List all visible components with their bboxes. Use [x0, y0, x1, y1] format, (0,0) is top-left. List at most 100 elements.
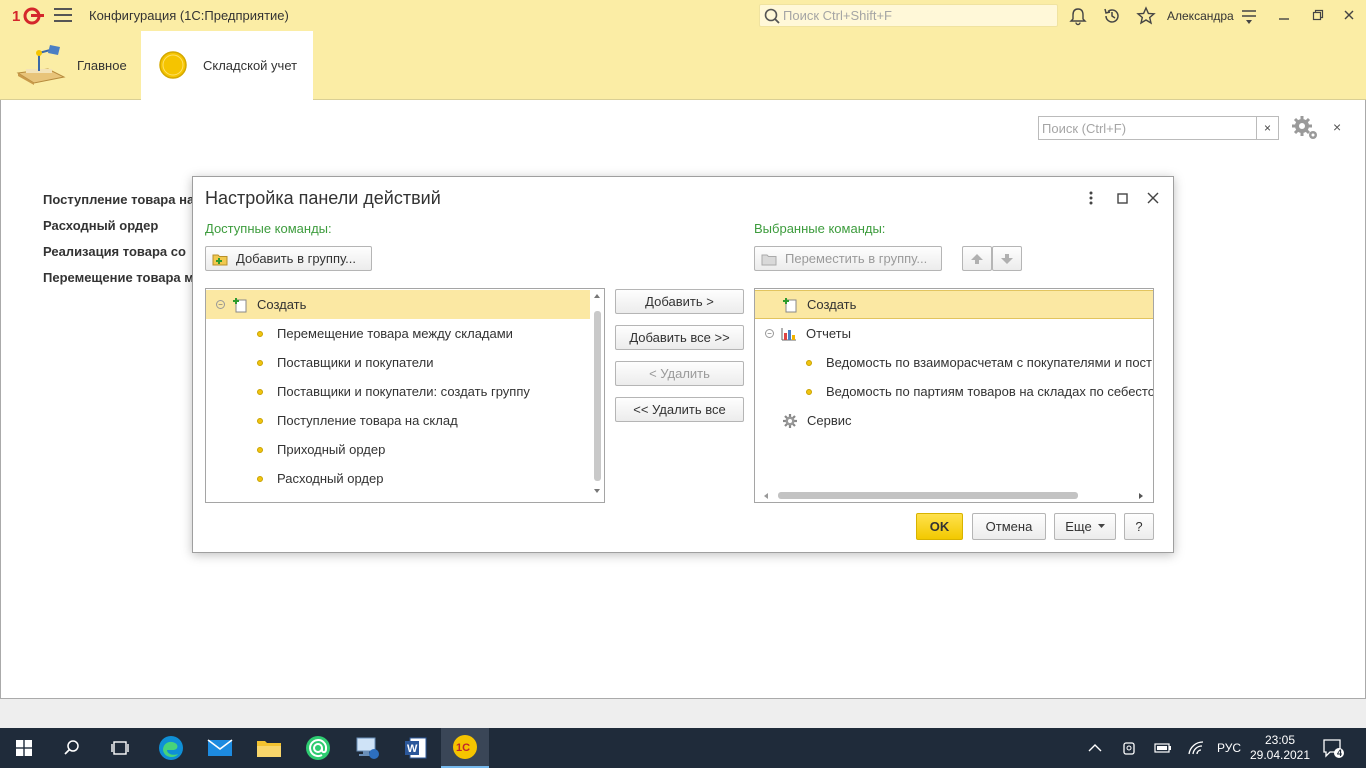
more-button-label: Еще	[1065, 519, 1092, 534]
scroll-up-icon[interactable]	[593, 293, 601, 299]
global-search-placeholder: Поиск Ctrl+Shift+F	[783, 8, 892, 23]
global-search-input[interactable]: Поиск Ctrl+Shift+F	[759, 4, 1058, 27]
task-view-icon[interactable]	[96, 728, 144, 768]
list-item[interactable]: Ведомость по партиям товаров на складах …	[755, 377, 1153, 406]
remove-all-button[interactable]: << Удалить все	[615, 397, 744, 422]
link-receipt[interactable]: Поступление товара на	[43, 192, 194, 218]
bullet-icon	[257, 330, 263, 337]
available-commands-caption: Доступные команды:	[205, 221, 332, 236]
tree-item-label: Поступление товара на склад	[277, 413, 458, 428]
close-dialog-icon[interactable]	[1144, 189, 1162, 207]
page-search-input[interactable]	[1039, 117, 1256, 139]
move-up-button[interactable]	[962, 246, 992, 271]
more-options-icon[interactable]	[1082, 189, 1100, 207]
scroll-down-icon[interactable]	[593, 488, 601, 494]
close-page-icon[interactable]: ×	[1333, 119, 1341, 135]
clock-time: 23:05	[1264, 733, 1296, 747]
1c-app-icon[interactable]: 1С	[441, 728, 489, 768]
restore-icon[interactable]	[1306, 5, 1330, 25]
collapse-icon[interactable]: −	[216, 300, 225, 309]
scroll-right-icon[interactable]	[1138, 492, 1144, 500]
clock[interactable]: 23:05 29.04.2021	[1249, 728, 1311, 768]
page-search[interactable]: ×	[1038, 116, 1279, 140]
edge-icon[interactable]	[147, 728, 195, 768]
arrow-down-icon	[1001, 253, 1013, 264]
move-down-button[interactable]	[992, 246, 1022, 271]
folder-add-icon	[212, 254, 228, 265]
wifi-icon[interactable]	[1187, 728, 1205, 768]
tree-item-service[interactable]: Сервис	[755, 406, 852, 435]
tree-group-create[interactable]: − Создать	[206, 290, 590, 319]
help-button[interactable]: ?	[1124, 513, 1154, 540]
add-button[interactable]: Добавить >	[615, 289, 744, 314]
history-icon[interactable]	[1102, 6, 1122, 26]
cancel-button[interactable]: Отмена	[972, 513, 1046, 540]
scroll-thumb[interactable]	[778, 492, 1078, 499]
link-expense-order[interactable]: Расходный ордер	[43, 218, 194, 244]
scroll-left-icon[interactable]	[763, 492, 769, 500]
tree-group-reports[interactable]: − Отчеты	[755, 319, 851, 348]
minimize-icon[interactable]	[1272, 5, 1296, 25]
file-explorer-icon[interactable]	[245, 728, 293, 768]
section-label-warehouse: Складской учет	[203, 58, 298, 73]
close-window-icon[interactable]	[1337, 5, 1361, 25]
ok-button[interactable]: OK	[916, 513, 963, 540]
selected-commands-caption: Выбранные команды:	[754, 221, 886, 236]
gear-icon[interactable]	[1291, 115, 1319, 141]
notifications-icon[interactable]: 4	[1322, 728, 1344, 768]
maximize-icon[interactable]	[1113, 189, 1131, 207]
dialog-title: Настройка панели действий	[205, 188, 441, 208]
list-item[interactable]: Приходный ордер	[206, 435, 385, 464]
settings-menu-icon[interactable]	[1239, 6, 1259, 26]
more-button[interactable]: Еще	[1054, 513, 1116, 540]
user-name[interactable]: Александра	[1167, 9, 1234, 23]
search-icon[interactable]	[48, 728, 96, 768]
tree-item-label: Приходный ордер	[277, 442, 386, 457]
list-item[interactable]: Перемещение товара между складами	[206, 319, 513, 348]
menu-icon[interactable]	[54, 8, 72, 22]
tree-item-label: Ведомость по взаиморасчетам с покупателя…	[826, 355, 1153, 370]
svg-text:W: W	[407, 743, 418, 755]
bullet-icon	[257, 388, 263, 395]
list-item[interactable]: Поступление товара на склад	[206, 406, 458, 435]
add-all-button[interactable]: Добавить все >>	[615, 325, 744, 350]
selected-commands-tree[interactable]: Создать − Отчеты Ведомость по взаиморасч…	[754, 288, 1154, 503]
action-panel-settings-dialog: Настройка панели действий Доступные кома…	[192, 176, 1174, 553]
list-item[interactable]: Расходный ордер	[206, 464, 383, 493]
show-hidden-icon[interactable]	[1088, 728, 1102, 768]
word-icon[interactable]: W	[392, 728, 440, 768]
move-to-group-label: Переместить в группу...	[785, 251, 928, 266]
language-indicator[interactable]: РУС	[1217, 728, 1241, 768]
list-item[interactable]: Поставщики и покупатели: создать группу	[206, 377, 530, 406]
status-strip	[0, 699, 1366, 728]
tree-item-label: Сервис	[807, 413, 852, 428]
list-item[interactable]: Поставщики и покупатели	[206, 348, 433, 377]
bell-icon[interactable]	[1068, 6, 1088, 26]
meet-now-icon[interactable]	[1122, 728, 1138, 768]
vertical-scrollbar[interactable]	[590, 289, 604, 502]
remove-button[interactable]: < Удалить	[615, 361, 744, 386]
add-to-group-button[interactable]: Добавить в группу...	[205, 246, 372, 271]
1c-logo-icon[interactable]: 1	[12, 6, 44, 26]
mail-icon[interactable]	[196, 728, 244, 768]
link-sale[interactable]: Реализация товара со	[43, 244, 194, 270]
collapse-icon[interactable]: −	[765, 329, 774, 338]
tree-item-create[interactable]: Создать	[755, 290, 1153, 319]
network-app-icon[interactable]	[343, 728, 391, 768]
battery-icon[interactable]	[1154, 728, 1172, 768]
section-main[interactable]: Главное	[0, 31, 140, 100]
scroll-thumb[interactable]	[594, 311, 601, 481]
windows-start-icon[interactable]	[0, 728, 48, 768]
link-transfer[interactable]: Перемещение товара м	[43, 270, 194, 296]
at-mail-icon[interactable]	[294, 728, 342, 768]
title-bar: 1 Конфигурация (1С:Предприятие) Поиск Ct…	[0, 0, 1366, 31]
section-warehouse[interactable]: Складской учет	[141, 31, 313, 100]
horizontal-scrollbar[interactable]	[755, 488, 1153, 502]
move-to-group-button[interactable]: Переместить в группу...	[754, 246, 942, 271]
clear-search-icon[interactable]: ×	[1256, 117, 1278, 139]
available-commands-tree[interactable]: − Создать Перемещение товара между склад…	[205, 288, 605, 503]
clock-date: 29.04.2021	[1249, 748, 1311, 762]
background-links: Поступление товара на Расходный ордер Ре…	[43, 192, 194, 296]
list-item[interactable]: Ведомость по взаиморасчетам с покупателя…	[755, 348, 1152, 377]
star-icon[interactable]	[1136, 6, 1156, 26]
